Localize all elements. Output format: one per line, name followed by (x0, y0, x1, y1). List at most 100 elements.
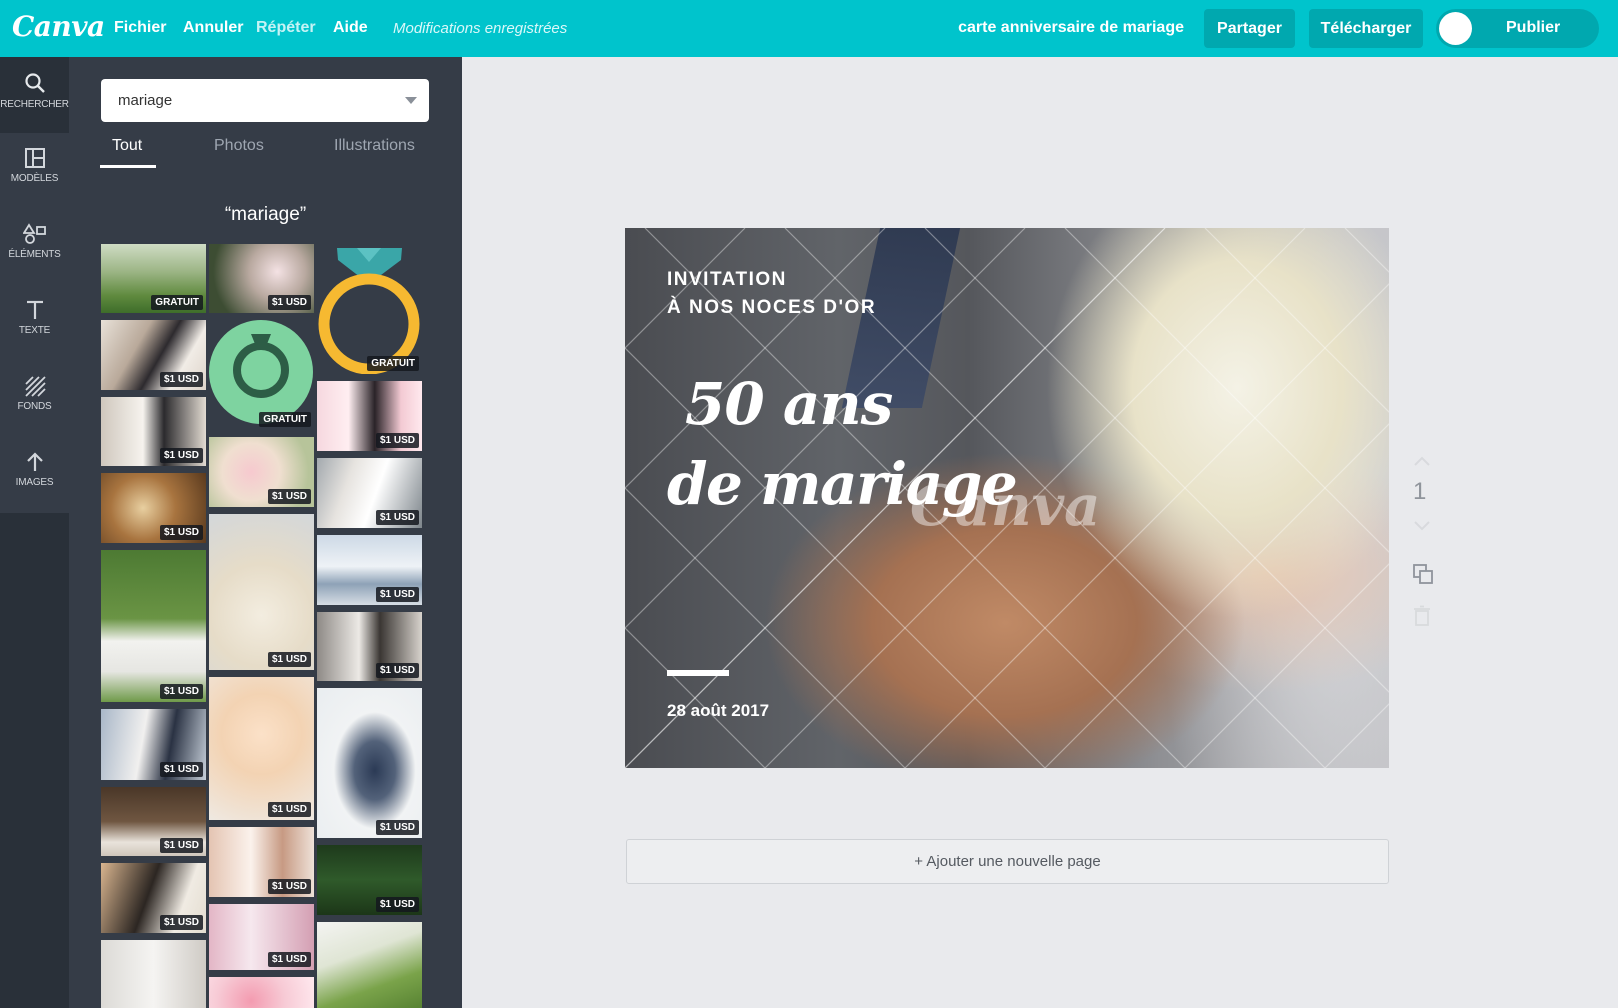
canva-watermark: Canva (910, 473, 1101, 539)
price-badge: $1 USD (375, 510, 419, 525)
price-badge: GRATUIT (367, 356, 419, 371)
share-button[interactable]: Partager (1204, 9, 1295, 48)
duplicate-page-icon[interactable] (1412, 563, 1434, 585)
rail-label: ÉLÉMENTS (8, 249, 61, 260)
menu-file[interactable]: Fichier (114, 19, 166, 37)
price-badge: GRATUIT (259, 412, 311, 427)
price-badge: $1 USD (267, 652, 311, 667)
search-box[interactable] (101, 79, 429, 122)
price-badge: $1 USD (375, 820, 419, 835)
result-thumbnail[interactable]: $1 USD (209, 514, 314, 670)
result-thumbnail[interactable]: $1 USD (317, 612, 422, 681)
rail-label: IMAGES (15, 477, 54, 488)
publish-button[interactable]: Publier (1436, 9, 1599, 48)
results-title: “mariage” (224, 204, 307, 225)
page-number: 1 (1413, 478, 1427, 505)
event-date[interactable]: 28 août 2017 (667, 701, 769, 721)
result-thumbnail[interactable]: $1 USD (101, 473, 206, 543)
background-icon (24, 376, 46, 397)
trash-icon[interactable] (1412, 605, 1432, 627)
tab-all[interactable]: Tout (112, 137, 142, 155)
result-thumbnail[interactable]: GRATUIT (209, 320, 314, 430)
left-rail: RECHERCHER MODÈLES ÉLÉMENTS TEXTE FONDS … (0, 57, 69, 1008)
result-thumbnail[interactable]: $1 USD (101, 397, 206, 466)
ring-icon (318, 248, 420, 374)
invitation-line-2: À NOS NOCES D'OR (667, 297, 877, 318)
rail-label: FONDS (17, 401, 52, 412)
price-badge: $1 USD (267, 879, 311, 894)
result-thumbnail[interactable] (101, 940, 206, 1008)
rail-search[interactable]: RECHERCHER (0, 57, 69, 133)
headline-line-1[interactable]: 50 ans (685, 370, 893, 438)
result-thumbnail[interactable]: $1 USD (317, 381, 422, 451)
design-page[interactable]: INVITATION À NOS NOCES D'OR 50 ans de ma… (625, 228, 1389, 768)
search-input[interactable] (101, 79, 401, 122)
result-thumbnail[interactable]: $1 USD (317, 688, 422, 838)
result-thumbnail[interactable]: $1 USD (317, 458, 422, 528)
menu-undo[interactable]: Annuler (183, 19, 243, 37)
rail-label: RECHERCHER (0, 99, 69, 110)
upload-icon (26, 452, 43, 471)
price-badge: $1 USD (159, 372, 203, 387)
result-thumbnail[interactable]: $1 USD (209, 677, 314, 820)
result-thumbnail[interactable]: $1 USD (101, 787, 206, 856)
rail-templates[interactable]: MODÈLES (0, 133, 69, 209)
download-button[interactable]: Télécharger (1309, 9, 1423, 48)
rail-label: MODÈLES (10, 173, 59, 184)
price-badge: $1 USD (375, 587, 419, 602)
result-thumbnail[interactable]: $1 USD (101, 709, 206, 780)
search-icon (24, 73, 45, 93)
invitation-line-1: INVITATION (667, 269, 787, 290)
add-page-button[interactable]: + Ajouter une nouvelle page (626, 839, 1389, 884)
result-thumbnail[interactable]: $1 USD (317, 535, 422, 605)
price-badge: $1 USD (159, 915, 203, 930)
tab-photos[interactable]: Photos (214, 137, 264, 155)
shapes-icon (22, 223, 46, 244)
document-title[interactable]: carte anniversaire de mariage (958, 19, 1184, 37)
price-badge: $1 USD (159, 525, 203, 540)
result-thumbnail[interactable]: $1 USD (209, 904, 314, 970)
price-badge: $1 USD (267, 802, 311, 817)
canva-logo[interactable]: Canva (12, 10, 105, 43)
result-thumbnail[interactable]: $1 USD (101, 863, 206, 933)
price-badge: $1 USD (159, 684, 203, 699)
result-thumbnail[interactable] (317, 922, 422, 1008)
result-thumbnail[interactable]: GRATUIT (101, 244, 206, 313)
result-thumbnail[interactable]: $1 USD (209, 437, 314, 507)
result-thumbnail[interactable]: $1 USD (101, 320, 206, 390)
menu-redo[interactable]: Répéter (256, 19, 316, 37)
result-thumbnail[interactable]: $1 USD (317, 845, 422, 915)
rail-backgrounds[interactable]: FONDS (0, 361, 69, 437)
result-thumbnail[interactable]: $1 USD (209, 244, 314, 313)
result-thumbnail[interactable]: $1 USD (209, 827, 314, 897)
publish-toggle-knob (1439, 12, 1472, 45)
active-tab-indicator (100, 165, 156, 168)
divider-bar[interactable] (667, 670, 729, 676)
rail-elements[interactable]: ÉLÉMENTS (0, 209, 69, 285)
price-badge: $1 USD (375, 433, 419, 448)
rail-text[interactable]: TEXTE (0, 285, 69, 361)
save-status: Modifications enregistrées (393, 20, 568, 37)
invitation-heading[interactable]: INVITATION À NOS NOCES D'OR (667, 266, 876, 322)
rail-label: TEXTE (18, 325, 51, 336)
price-badge: $1 USD (375, 663, 419, 678)
price-badge: $1 USD (159, 448, 203, 463)
price-badge: $1 USD (159, 838, 203, 853)
tab-illustrations[interactable]: Illustrations (334, 137, 415, 155)
rail-uploads[interactable]: IMAGES (0, 437, 69, 513)
search-panel: Tout Photos Illustrations “mariage” GRAT… (69, 57, 462, 1008)
price-badge: $1 USD (267, 489, 311, 504)
text-icon (26, 300, 43, 319)
result-thumbnail[interactable] (209, 977, 314, 1008)
price-badge: $1 USD (159, 762, 203, 777)
move-page-down-icon[interactable] (1412, 520, 1432, 532)
result-thumbnail[interactable]: GRATUIT (317, 244, 422, 374)
menu-help[interactable]: Aide (333, 19, 368, 37)
top-bar: Canva Fichier Annuler Répéter Aide Modif… (0, 0, 1618, 57)
result-thumbnail[interactable]: $1 USD (101, 550, 206, 702)
layout-icon (24, 148, 45, 168)
chevron-down-icon[interactable] (405, 97, 417, 104)
price-badge: $1 USD (267, 295, 311, 310)
price-badge: $1 USD (267, 952, 311, 967)
move-page-up-icon[interactable] (1412, 455, 1432, 467)
